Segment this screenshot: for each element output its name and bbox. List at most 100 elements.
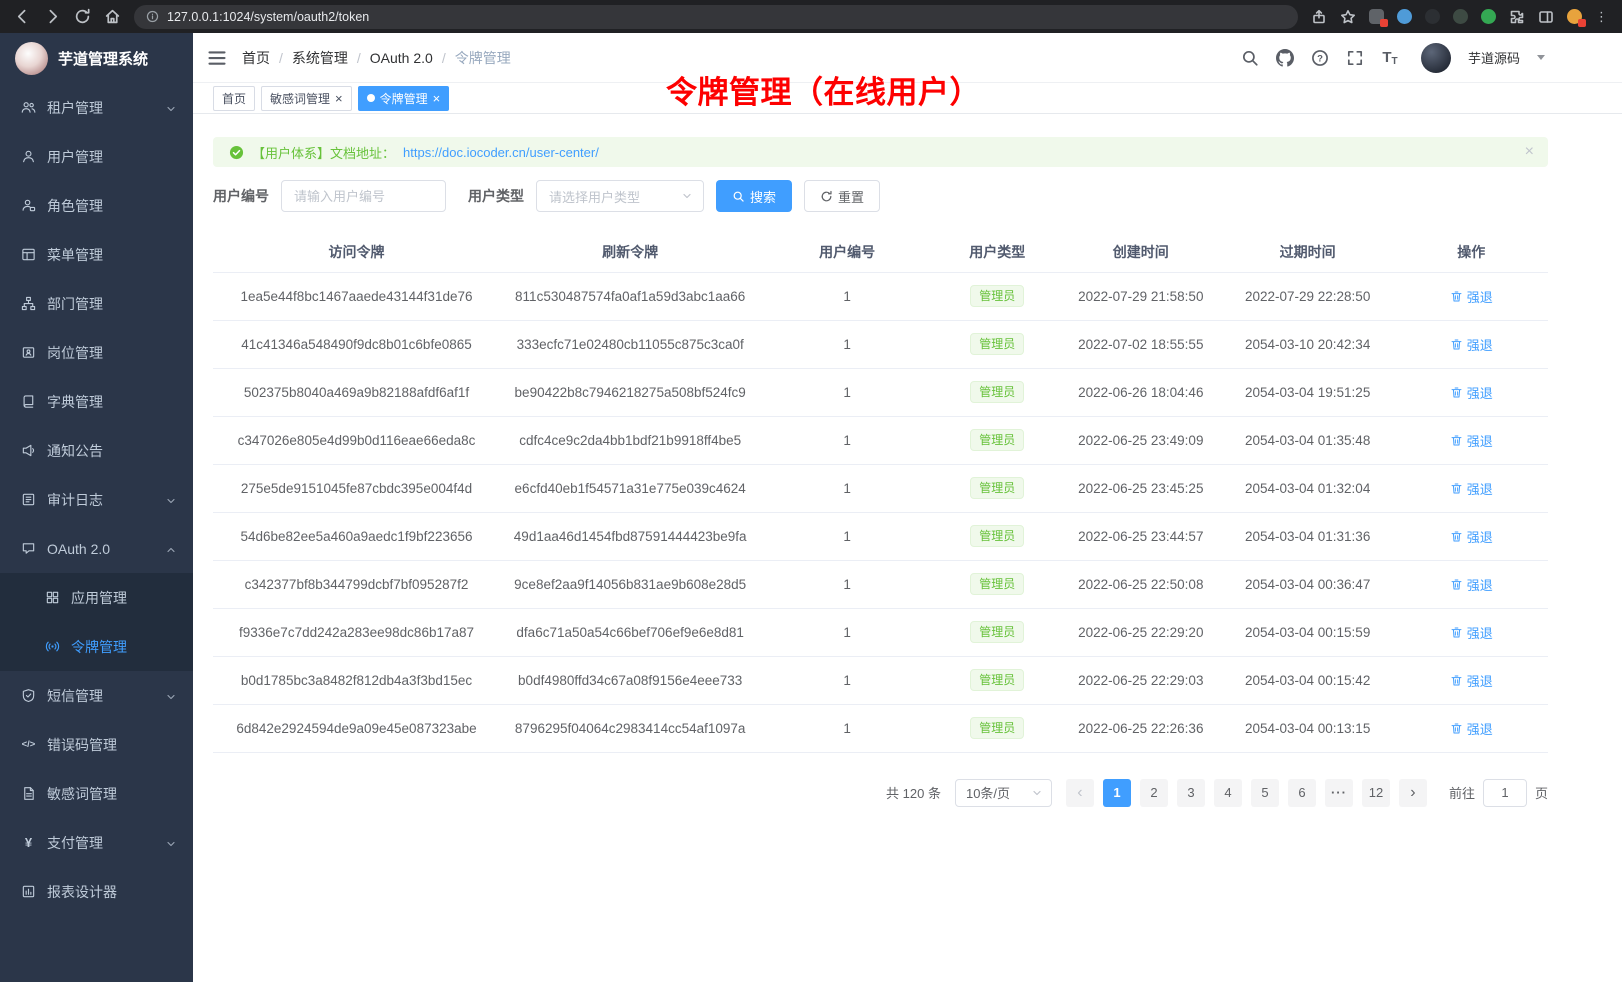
username[interactable]: 芋道源码 bbox=[1468, 48, 1520, 67]
forward-icon[interactable] bbox=[44, 8, 61, 25]
font-size-icon[interactable]: TT bbox=[1381, 49, 1399, 67]
dict-icon bbox=[21, 394, 36, 409]
user-type-cell: 管理员 bbox=[934, 704, 1061, 752]
sidebar-item-notice[interactable]: 通知公告 bbox=[0, 426, 193, 475]
pagination: 共 120 条 10条/页 ‹ 123456···12 › 前往 页 bbox=[213, 779, 1548, 807]
force-logout-button[interactable]: 强退 bbox=[1450, 335, 1493, 354]
user-type-select[interactable]: 请选择用户类型 bbox=[536, 180, 704, 212]
sidebar-item-sensitive-word[interactable]: 敏感词管理 bbox=[0, 769, 193, 818]
extension-icon-5[interactable] bbox=[1481, 9, 1496, 24]
reset-button[interactable]: 重置 bbox=[804, 180, 880, 212]
reload-icon[interactable] bbox=[74, 8, 91, 25]
breadcrumb: 首页/系统管理/OAuth 2.0/令牌管理 bbox=[242, 48, 511, 68]
user-type-cell: 管理员 bbox=[934, 320, 1061, 368]
chevron-down-icon bbox=[681, 190, 693, 202]
sidebar-item-report-designer[interactable]: 报表设计器 bbox=[0, 867, 193, 916]
pagination-ellipsis[interactable]: ··· bbox=[1325, 779, 1353, 807]
create-time-cell: 2022-06-25 22:50:08 bbox=[1061, 560, 1221, 608]
pagination-page-4[interactable]: 4 bbox=[1214, 779, 1242, 807]
table-header-row: 访问令牌刷新令牌用户编号用户类型创建时间过期时间操作 bbox=[213, 232, 1548, 272]
hamburger-icon[interactable] bbox=[207, 48, 227, 68]
share-icon[interactable] bbox=[1311, 9, 1327, 25]
force-logout-button[interactable]: 强退 bbox=[1450, 431, 1493, 450]
home-icon[interactable] bbox=[104, 8, 121, 25]
user-type-badge: 管理员 bbox=[970, 525, 1024, 547]
breadcrumb-item[interactable]: OAuth 2.0 bbox=[370, 50, 433, 66]
goto-page-input[interactable] bbox=[1483, 779, 1527, 807]
tenant-icon bbox=[21, 100, 36, 115]
success-check-icon bbox=[229, 145, 244, 160]
user-id-input[interactable] bbox=[281, 180, 446, 212]
pagination-page-5[interactable]: 5 bbox=[1251, 779, 1279, 807]
alert-text: 【用户体系】文档地址： bbox=[252, 143, 395, 162]
sidebar-item-pay[interactable]: ¥支付管理 bbox=[0, 818, 193, 867]
extension-icon-4[interactable] bbox=[1453, 9, 1468, 24]
alert-link[interactable]: https://doc.iocoder.cn/user-center/ bbox=[403, 145, 599, 160]
pagination-page-3[interactable]: 3 bbox=[1177, 779, 1205, 807]
page-size-select[interactable]: 10条/页 bbox=[955, 779, 1052, 807]
force-logout-button[interactable]: 强退 bbox=[1450, 527, 1493, 546]
pagination-page-6[interactable]: 6 bbox=[1288, 779, 1316, 807]
pagination-page-2[interactable]: 2 bbox=[1140, 779, 1168, 807]
force-logout-button[interactable]: 强退 bbox=[1450, 623, 1493, 642]
sidebar-item-dept[interactable]: 部门管理 bbox=[0, 279, 193, 328]
caret-down-icon[interactable] bbox=[1537, 55, 1545, 60]
extension-icon-1[interactable] bbox=[1369, 9, 1384, 24]
help-icon[interactable]: ? bbox=[1311, 49, 1329, 67]
sidebar-item-tenant[interactable]: 租户管理 bbox=[0, 83, 193, 132]
sidebar-item-sms[interactable]: 短信管理 bbox=[0, 671, 193, 720]
tab-令牌管理[interactable]: 令牌管理× bbox=[358, 86, 450, 111]
search-button[interactable]: 搜索 bbox=[716, 180, 792, 212]
close-icon[interactable]: × bbox=[433, 92, 441, 105]
user-avatar[interactable] bbox=[1421, 43, 1451, 73]
sidebar-item-oauth2-app[interactable]: 应用管理 bbox=[0, 573, 193, 622]
close-icon[interactable]: × bbox=[1525, 144, 1534, 160]
sidebar-item-user[interactable]: 用户管理 bbox=[0, 132, 193, 181]
puzzle-icon[interactable] bbox=[1509, 9, 1525, 25]
page-info-icon[interactable] bbox=[146, 10, 159, 23]
force-logout-button[interactable]: 强退 bbox=[1450, 671, 1493, 690]
force-logout-button[interactable]: 强退 bbox=[1450, 719, 1493, 738]
user-id-cell: 1 bbox=[760, 272, 934, 320]
tab-首页[interactable]: 首页 bbox=[213, 86, 255, 111]
breadcrumb-item[interactable]: 系统管理 bbox=[292, 48, 348, 68]
force-logout-button[interactable]: 强退 bbox=[1450, 479, 1493, 498]
force-logout-button[interactable]: 强退 bbox=[1450, 287, 1493, 306]
user-id-label: 用户编号 bbox=[213, 186, 269, 206]
bookmark-star-icon[interactable] bbox=[1340, 9, 1356, 25]
breadcrumb-item[interactable]: 首页 bbox=[242, 48, 270, 68]
pagination-prev-button[interactable]: ‹ bbox=[1066, 779, 1094, 807]
trash-icon bbox=[1450, 578, 1463, 591]
user-id-cell: 1 bbox=[760, 608, 934, 656]
sidebar-item-role[interactable]: 角色管理 bbox=[0, 181, 193, 230]
force-logout-button[interactable]: 强退 bbox=[1450, 575, 1493, 594]
sidebar-item-oauth2-token[interactable]: 令牌管理 bbox=[0, 622, 193, 671]
sidebar-item-audit-log[interactable]: 审计日志 bbox=[0, 475, 193, 524]
sidebar-item-dict[interactable]: 字典管理 bbox=[0, 377, 193, 426]
logo[interactable]: 芋道管理系统 bbox=[0, 33, 193, 83]
expire-time-cell: 2054-03-04 01:32:04 bbox=[1221, 464, 1395, 512]
github-icon[interactable] bbox=[1276, 49, 1294, 67]
extension-icon-3[interactable] bbox=[1425, 9, 1440, 24]
browser-menu-icon[interactable]: ⋮ bbox=[1595, 10, 1608, 23]
pagination-page-1[interactable]: 1 bbox=[1103, 779, 1131, 807]
sidebar-item-error-code[interactable]: </>错误码管理 bbox=[0, 720, 193, 769]
force-logout-button[interactable]: 强退 bbox=[1450, 383, 1493, 402]
sidebar-item-menu[interactable]: 菜单管理 bbox=[0, 230, 193, 279]
pagination-page-12[interactable]: 12 bbox=[1362, 779, 1390, 807]
tab-敏感词管理[interactable]: 敏感词管理× bbox=[261, 86, 352, 111]
browser-profile-avatar[interactable] bbox=[1567, 9, 1582, 24]
url-bar[interactable]: 127.0.0.1:1024/system/oauth2/token bbox=[134, 5, 1298, 29]
back-icon[interactable] bbox=[14, 8, 31, 25]
dept-icon bbox=[21, 296, 36, 311]
search-icon[interactable] bbox=[1241, 49, 1259, 67]
side-panel-icon[interactable] bbox=[1538, 9, 1554, 25]
sidebar-item-oauth2[interactable]: OAuth 2.0 bbox=[0, 524, 193, 573]
sidebar-item-label: 岗位管理 bbox=[47, 343, 177, 363]
oauth-icon bbox=[21, 541, 36, 556]
extension-icon-2[interactable] bbox=[1397, 9, 1412, 24]
pagination-next-button[interactable]: › bbox=[1399, 779, 1427, 807]
close-icon[interactable]: × bbox=[335, 92, 343, 105]
fullscreen-icon[interactable] bbox=[1346, 49, 1364, 67]
sidebar-item-post[interactable]: 岗位管理 bbox=[0, 328, 193, 377]
